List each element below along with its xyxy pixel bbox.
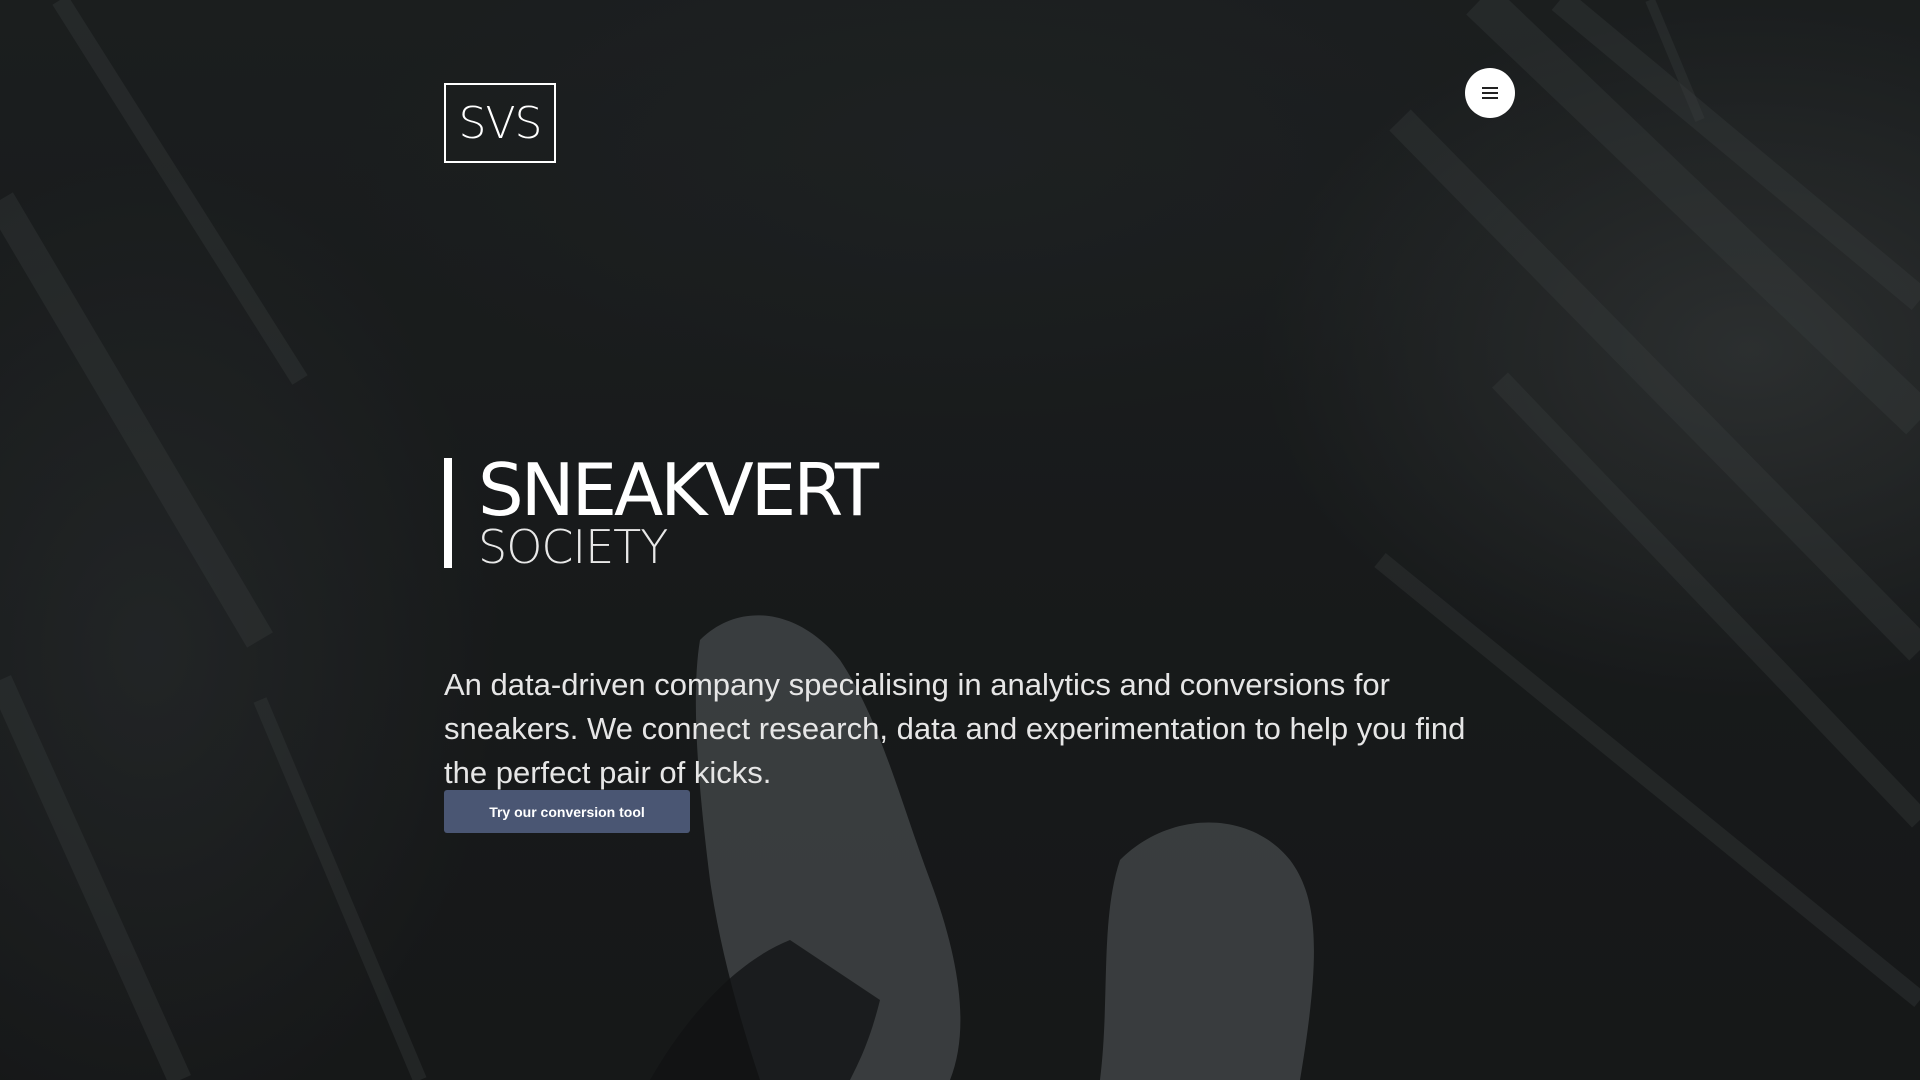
brand-logo[interactable]: SVS	[444, 83, 556, 163]
hero-description: An data-driven company specialising in a…	[444, 667, 1466, 790]
try-conversion-tool-button[interactable]: Try our conversion tool	[444, 790, 690, 833]
logo-text: SVS	[458, 97, 543, 149]
hero-title-block: SNEAKVERT SOCIETY	[444, 454, 879, 570]
background-overlay	[0, 0, 1920, 1080]
hero-section: SVS SNEAKVERT SOCIETY An data-driven com…	[0, 0, 1920, 1080]
menu-button[interactable]	[1465, 68, 1515, 118]
hamburger-menu-icon	[1482, 87, 1498, 99]
hero-title: SNEAKVERT	[478, 448, 879, 532]
